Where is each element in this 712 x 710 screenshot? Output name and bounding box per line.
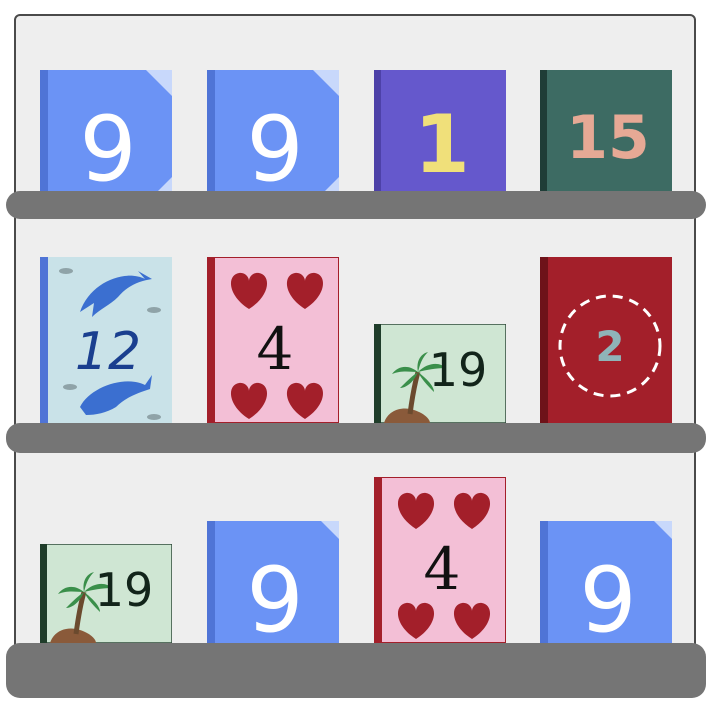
book-cover-art: 9 xyxy=(540,521,672,643)
book-hearts-4[interactable]: 4 xyxy=(374,477,506,643)
shelf-board-bottom xyxy=(6,643,706,698)
book-number: 19 xyxy=(95,563,154,617)
book-cover-art: 9 xyxy=(40,70,172,191)
book-blue-9[interactable]: 9 xyxy=(40,70,172,191)
shelf-board-middle xyxy=(6,423,706,453)
book-blue-9[interactable]: 9 xyxy=(540,521,672,643)
book-number: 9 xyxy=(246,97,303,191)
book-blue-9[interactable]: 9 xyxy=(207,70,339,191)
book-cover-art: 12 xyxy=(40,257,172,423)
book-cover-art: 19 xyxy=(40,544,172,643)
book-palm-19[interactable]: 19 xyxy=(374,324,506,423)
book-number: 9 xyxy=(79,97,136,191)
book-number: 9 xyxy=(579,548,636,643)
shelf-board-top xyxy=(6,191,706,219)
book-cover-art: 9 xyxy=(207,70,339,191)
book-cover-art: 1 xyxy=(374,70,506,191)
book-number: 15 xyxy=(566,103,650,173)
book-hearts-4[interactable]: 4 xyxy=(207,257,339,423)
book-cover-art: 19 xyxy=(374,324,506,423)
book-number: 4 xyxy=(257,315,294,383)
book-cover-art: 4 xyxy=(207,257,339,423)
book-number: 19 xyxy=(429,343,488,397)
book-cover-art: 4 xyxy=(374,477,506,643)
book-teal-15[interactable]: 15 xyxy=(540,70,672,191)
book-number: 1 xyxy=(414,98,470,191)
book-palm-19[interactable]: 19 xyxy=(40,544,172,643)
book-cover-art: 15 xyxy=(540,70,672,191)
book-number: 12 xyxy=(75,322,141,382)
book-number: 9 xyxy=(246,548,303,643)
book-dolphins-12[interactable]: 12 xyxy=(40,257,172,423)
book-blue-9[interactable]: 9 xyxy=(207,521,339,643)
book-red-2[interactable]: 2 xyxy=(540,257,672,423)
book-cover-art: 9 xyxy=(207,521,339,643)
book-number: 4 xyxy=(424,535,461,603)
book-number: 2 xyxy=(595,322,624,371)
book-cover-art: 2 xyxy=(540,257,672,423)
book-purple-1[interactable]: 1 xyxy=(374,70,506,191)
